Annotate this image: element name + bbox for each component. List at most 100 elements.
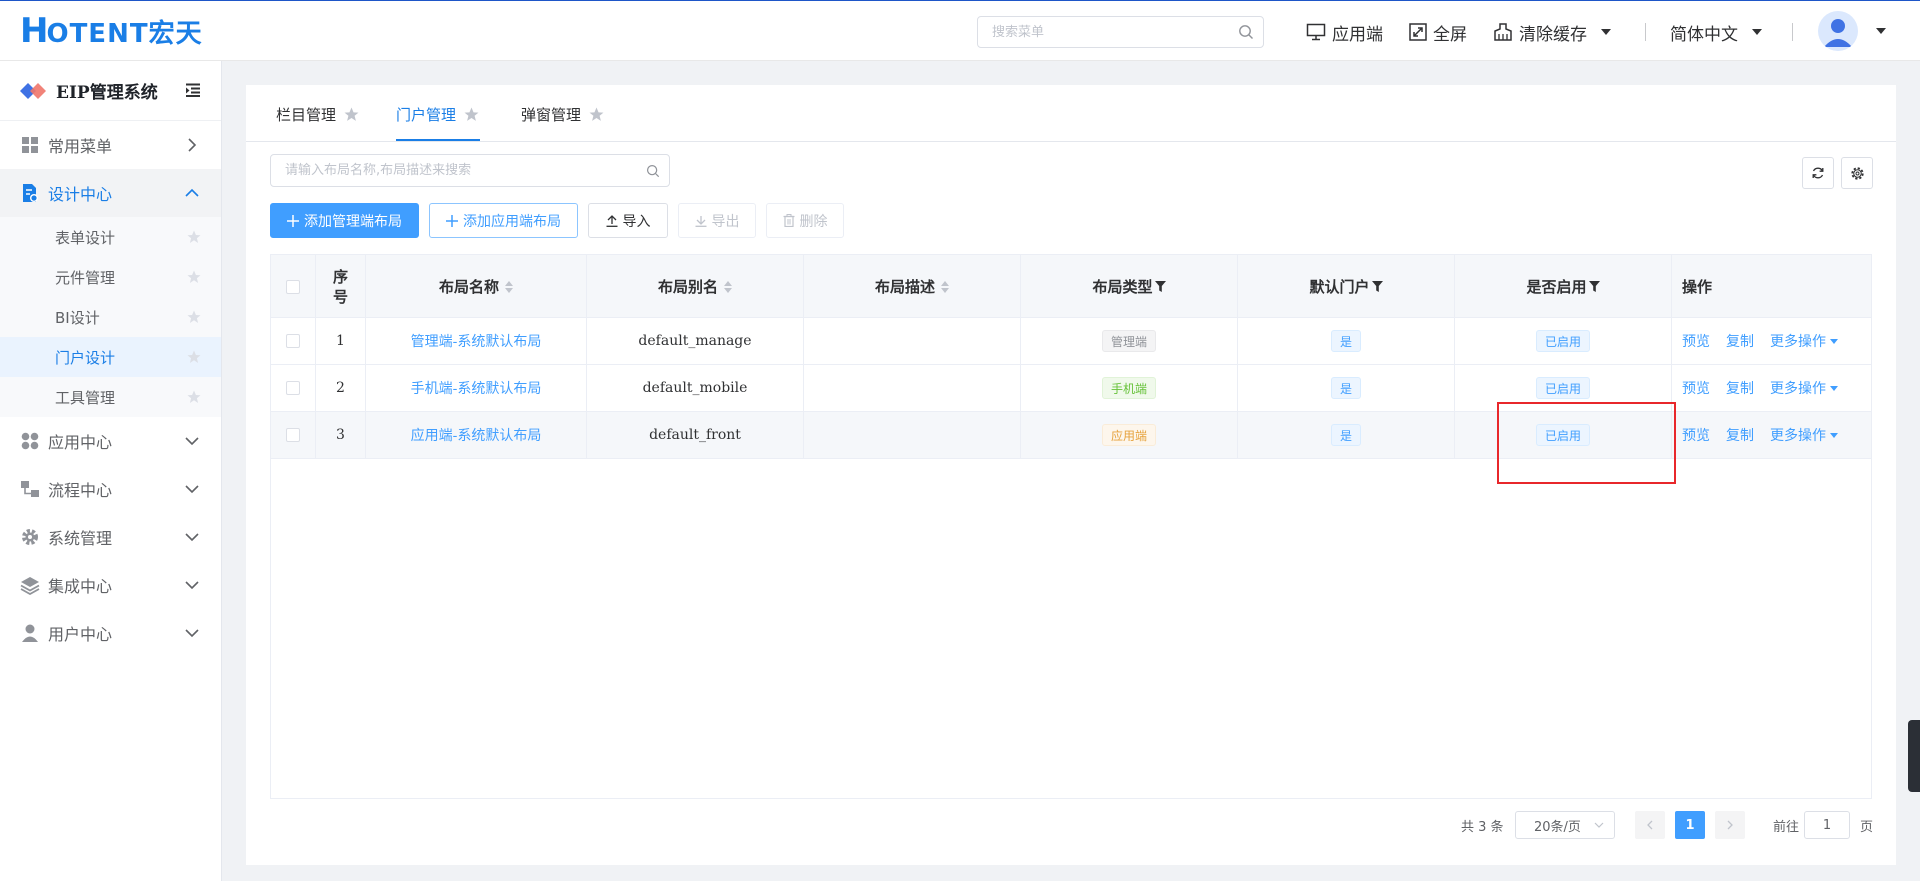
active-tab-indicator: [396, 139, 480, 141]
menu-search-input[interactable]: [992, 17, 1232, 47]
sidebar-item-label: 集成中心: [48, 577, 113, 596]
gear-icon: [1850, 166, 1864, 180]
search-icon[interactable]: [1238, 24, 1254, 40]
add-manage-layout-button[interactable]: 添加管理端布局: [270, 203, 419, 238]
sidebar-item-integration-center[interactable]: 集成中心: [0, 561, 221, 609]
star-icon[interactable]: [187, 230, 201, 244]
fullscreen-button[interactable]: 全屏: [1409, 19, 1467, 45]
sidebar-item-design-center[interactable]: 设计中心: [0, 169, 221, 217]
layout-name-link[interactable]: 手机端-系统默认布局: [411, 378, 542, 398]
star-icon[interactable]: [187, 310, 201, 324]
more-actions-label: 更多操作: [1770, 334, 1826, 350]
column-header-alias[interactable]: 布局别名: [587, 255, 804, 318]
eip-logo-icon: [20, 82, 46, 99]
sidebar-item-bi-design[interactable]: BI设计: [0, 297, 221, 337]
star-icon[interactable]: [187, 270, 201, 284]
row-checkbox[interactable]: [286, 428, 300, 442]
sidebar-item-portal-design[interactable]: 门户设计: [0, 337, 221, 377]
sidebar-item-system-management[interactable]: 系统管理: [0, 513, 221, 561]
layout-name-link[interactable]: 管理端-系统默认布局: [411, 331, 542, 351]
star-icon[interactable]: [187, 350, 201, 364]
sidebar-item-form-design[interactable]: 表单设计: [0, 217, 221, 257]
sidebar-item-user-center[interactable]: 用户中心: [0, 609, 221, 657]
more-actions-dropdown[interactable]: 更多操作: [1770, 331, 1838, 351]
column-header-label: 布局别名: [657, 278, 718, 296]
more-actions-dropdown[interactable]: 更多操作: [1770, 378, 1838, 398]
star-icon[interactable]: [344, 107, 359, 122]
column-header-enabled[interactable]: 是否启用: [1455, 255, 1672, 318]
sort-icon[interactable]: [941, 280, 949, 293]
preview-link[interactable]: 预览: [1682, 425, 1710, 445]
sidebar-item-app-center[interactable]: 应用中心: [0, 417, 221, 465]
tab-portal-management[interactable]: 门户管理: [396, 103, 479, 125]
caret-down-icon: [1830, 338, 1838, 344]
layout-type-cell: 管理端: [1021, 318, 1238, 364]
sidebar-item-common-menu[interactable]: 常用菜单: [0, 121, 221, 169]
column-header-name[interactable]: 布局名称: [366, 255, 587, 318]
copy-link[interactable]: 复制: [1726, 331, 1754, 351]
more-actions-dropdown[interactable]: 更多操作: [1770, 425, 1838, 445]
add-front-layout-button[interactable]: 添加应用端布局: [429, 203, 578, 238]
layers-icon: [20, 577, 40, 595]
layout-search-input[interactable]: [285, 155, 635, 186]
tab-label: 栏目管理: [276, 105, 337, 124]
sidebar-item-tool-management[interactable]: 工具管理: [0, 377, 221, 417]
layout-name-link[interactable]: 应用端-系统默认布局: [411, 425, 542, 445]
app-end-button[interactable]: 应用端: [1306, 19, 1383, 45]
tab-popup-management[interactable]: 弹窗管理: [521, 103, 604, 125]
sidebar-item-label: 常用菜单: [48, 137, 113, 156]
filter-icon[interactable]: [1371, 281, 1383, 292]
star-icon[interactable]: [589, 107, 604, 122]
column-header-description[interactable]: 布局描述: [804, 255, 1021, 318]
chevron-down-icon: [1752, 29, 1762, 35]
clear-cache-button[interactable]: 清除缓存: [1493, 19, 1611, 45]
sort-icon[interactable]: [724, 280, 732, 293]
table-row[interactable]: 1 管理端-系统默认布局 default_manage 管理端 是 已启用 预览…: [271, 318, 1871, 365]
chevron-left-icon: [1647, 820, 1653, 830]
sidebar-item-component-management[interactable]: 元件管理: [0, 257, 221, 297]
filter-icon[interactable]: [1588, 281, 1600, 292]
chevron-down-icon: [185, 485, 199, 494]
copy-link[interactable]: 复制: [1726, 425, 1754, 445]
import-button[interactable]: 导入: [588, 203, 668, 238]
next-page-button[interactable]: [1715, 811, 1745, 839]
layout-type-tag: 手机端: [1101, 377, 1156, 399]
row-checkbox[interactable]: [286, 381, 300, 395]
search-icon[interactable]: [646, 164, 660, 178]
user-menu-caret-icon[interactable]: [1876, 28, 1886, 34]
trash-icon: [783, 214, 794, 227]
sidebar: EIP管理系统 常用菜单 设计中心 表单设计 元件管理 BI设计 门户设计 工具…: [0, 61, 222, 881]
goto-page-input[interactable]: [1804, 811, 1850, 839]
preview-link[interactable]: 预览: [1682, 378, 1710, 398]
column-header-label: 布局名称: [438, 278, 499, 296]
sort-icon[interactable]: [505, 280, 513, 293]
column-header-type[interactable]: 布局类型: [1021, 255, 1238, 318]
column-settings-button[interactable]: [1841, 157, 1873, 189]
sidebar-item-process-center[interactable]: 流程中心: [0, 465, 221, 513]
star-icon[interactable]: [187, 390, 201, 404]
copy-link[interactable]: 复制: [1726, 378, 1754, 398]
page-size-select[interactable]: 20条/页: [1515, 811, 1615, 839]
prev-page-button[interactable]: [1635, 811, 1665, 839]
filter-icon[interactable]: [1154, 281, 1166, 292]
user-avatar[interactable]: [1818, 11, 1858, 51]
star-icon[interactable]: [464, 107, 479, 122]
language-select[interactable]: 简体中文: [1670, 19, 1762, 45]
page-size-value: 20条/页: [1534, 819, 1581, 835]
tab-column-management[interactable]: 栏目管理: [276, 103, 359, 125]
sidebar-title: EIP管理系统: [0, 61, 221, 121]
refresh-button[interactable]: [1802, 157, 1834, 189]
floating-side-widget[interactable]: [1908, 720, 1920, 792]
collapse-menu-icon[interactable]: [185, 83, 201, 97]
export-button[interactable]: 导出: [678, 203, 756, 238]
plus-icon: [287, 214, 299, 227]
row-checkbox[interactable]: [286, 334, 300, 348]
preview-link[interactable]: 预览: [1682, 331, 1710, 351]
page-number-button[interactable]: 1: [1675, 811, 1705, 839]
select-all-checkbox[interactable]: [286, 279, 300, 294]
user-avatar-icon: [1818, 11, 1858, 51]
delete-button[interactable]: 删除: [766, 203, 844, 238]
goto-prefix: 前往: [1773, 819, 1800, 835]
hotent-logo[interactable]: H OTENT宏天: [20, 11, 203, 51]
column-header-default[interactable]: 默认门户: [1238, 255, 1455, 318]
